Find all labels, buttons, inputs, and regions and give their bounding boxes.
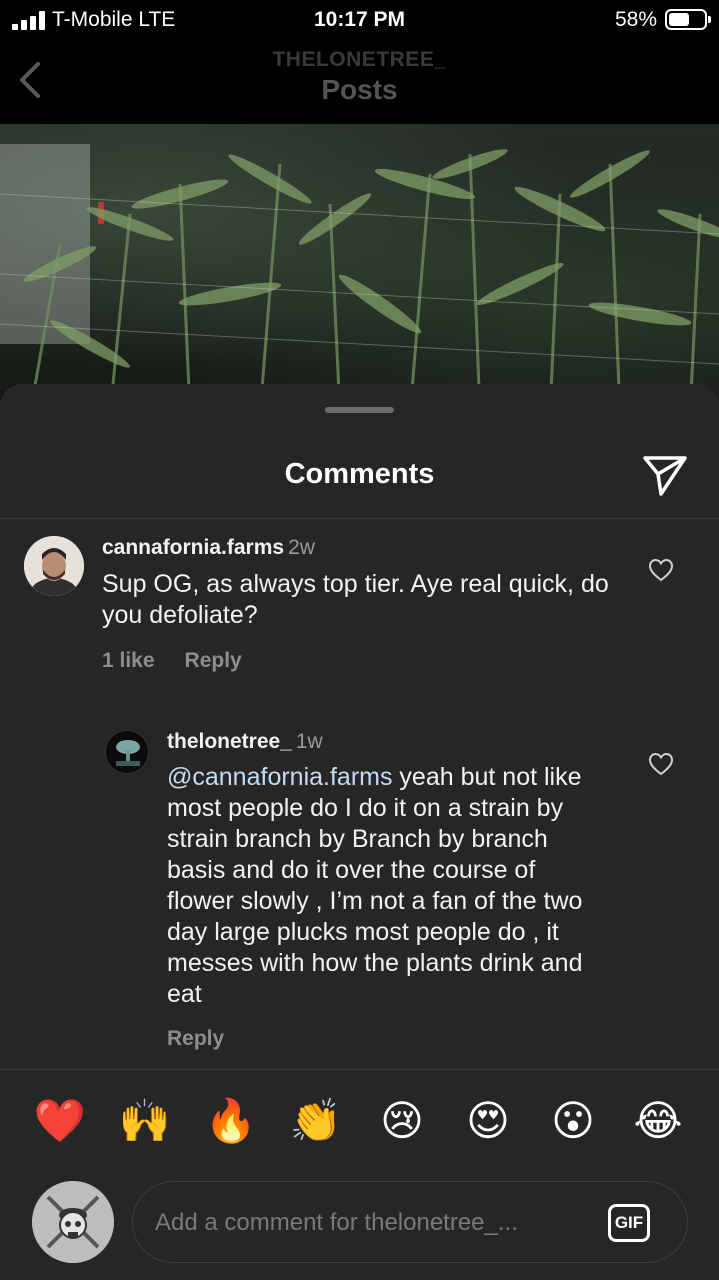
emoji-crying[interactable]: 😢	[371, 1090, 433, 1152]
reply-header: thelonetree_ 1w	[167, 730, 323, 754]
tree-logo-icon	[106, 731, 148, 773]
emoji-fire[interactable]: 🔥	[200, 1090, 262, 1152]
reply-body: yeah but not like most people do I do it…	[167, 763, 583, 1008]
screen: T-Mobile LTE 10:17 PM 58% THELONETREE_ P…	[0, 0, 719, 1280]
battery-percent: 58%	[614, 8, 657, 31]
nav-header: THELONETREE_ Posts	[0, 40, 719, 124]
status-time: 10:17 PM	[313, 8, 406, 31]
reply-time: 1w	[295, 730, 323, 753]
status-bar: T-Mobile LTE 10:17 PM 58%	[0, 0, 719, 40]
emoji-clapping[interactable]: 👏	[285, 1090, 347, 1152]
comment-username[interactable]: cannafornia.farms	[102, 536, 284, 559]
comment-meta: 1 like Reply	[102, 649, 272, 673]
heart-icon[interactable]	[648, 752, 674, 776]
avatar[interactable]	[32, 1181, 114, 1263]
emoji-laughing[interactable]: 😂	[627, 1090, 689, 1152]
nav-username: THELONETREE_	[272, 48, 447, 71]
mention-link[interactable]: @cannafornia.farms	[167, 763, 392, 791]
comment-composer: GIF	[132, 1181, 688, 1263]
divider	[0, 518, 719, 519]
emoji-raised-hands[interactable]: 🙌	[114, 1090, 176, 1152]
emoji-heart-eyes[interactable]: 😍	[457, 1090, 519, 1152]
gif-button[interactable]: GIF	[608, 1204, 650, 1242]
plant-foliage-image	[0, 144, 719, 414]
heart-icon[interactable]	[648, 558, 674, 582]
emoji-surprised[interactable]: 😮	[542, 1090, 604, 1152]
page-title: Posts	[321, 74, 398, 105]
skull-logo-icon	[32, 1181, 114, 1263]
sheet-title: Comments	[284, 458, 435, 490]
comment-time: 2w	[288, 536, 315, 559]
divider	[0, 1069, 719, 1070]
reply-meta: Reply	[167, 1027, 254, 1051]
battery-level	[669, 13, 689, 26]
person-photo-icon	[24, 536, 84, 596]
like-count[interactable]: 1 like	[102, 649, 155, 672]
sheet-grabber[interactable]	[325, 407, 394, 413]
avatar[interactable]	[24, 536, 84, 596]
post-photo[interactable]	[0, 124, 719, 414]
paper-plane-icon[interactable]	[642, 454, 688, 496]
avatar[interactable]	[105, 730, 149, 774]
comment-text: Sup OG, as always top tier. Aye real qui…	[102, 570, 609, 629]
emoji-bar: ❤️ 🙌 🔥 👏 😢 😍 😮 😂	[0, 1090, 719, 1156]
reply-button[interactable]: Reply	[167, 1027, 224, 1050]
reply-button[interactable]: Reply	[185, 649, 242, 672]
reply-text: @cannafornia.farms yeah but not like mos…	[167, 762, 607, 1010]
comment-header: cannafornia.farms 2w	[102, 536, 315, 560]
reply-username[interactable]: thelonetree_	[167, 730, 292, 753]
emoji-heart[interactable]: ❤️	[29, 1090, 91, 1152]
battery-icon	[665, 9, 711, 30]
comment-input[interactable]	[155, 1206, 595, 1240]
